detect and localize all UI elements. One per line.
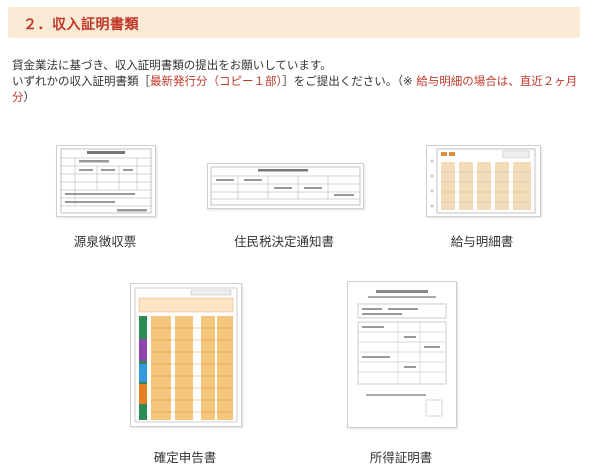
- income-certificate-image: [347, 281, 457, 428]
- withholding-slip-image: [56, 145, 156, 217]
- section-header: ２．収入証明書類: [8, 7, 580, 38]
- pay-slip-label: 給与明細書: [450, 234, 514, 249]
- withholding-slip-label: 源泉徴収票: [73, 234, 137, 249]
- tax-return-image: [130, 283, 242, 427]
- intro-line-1: 貸金業法に基づき、収入証明書類の提出をお願いしています。: [12, 58, 332, 72]
- tax-return-label: 確定申告書: [153, 450, 217, 465]
- intro-highlight: 最新発行分（コピー１部）: [150, 74, 283, 88]
- section-title: ２．収入証明書類: [23, 17, 139, 33]
- resident-tax-notice-label: 住民税決定通知書: [233, 234, 334, 249]
- resident-tax-notice-image: [207, 163, 364, 209]
- income-certificate-label: 所得証明書: [369, 450, 433, 465]
- intro-line-2-prefix: いずれかの収入証明書類［: [12, 74, 150, 88]
- pay-slip-image: [426, 145, 541, 217]
- intro-text: 貸金業法に基づき、収入証明書類の提出をお願いしています。 いずれかの収入証明書類…: [12, 57, 582, 105]
- intro-line-2: いずれかの収入証明書類［最新発行分（コピー１部）］をご提出ください。（※ 給与明…: [12, 73, 582, 105]
- intro-line-2-suffix: ］をご提出ください。（※: [282, 74, 417, 88]
- intro-note-close: ）: [23, 90, 36, 104]
